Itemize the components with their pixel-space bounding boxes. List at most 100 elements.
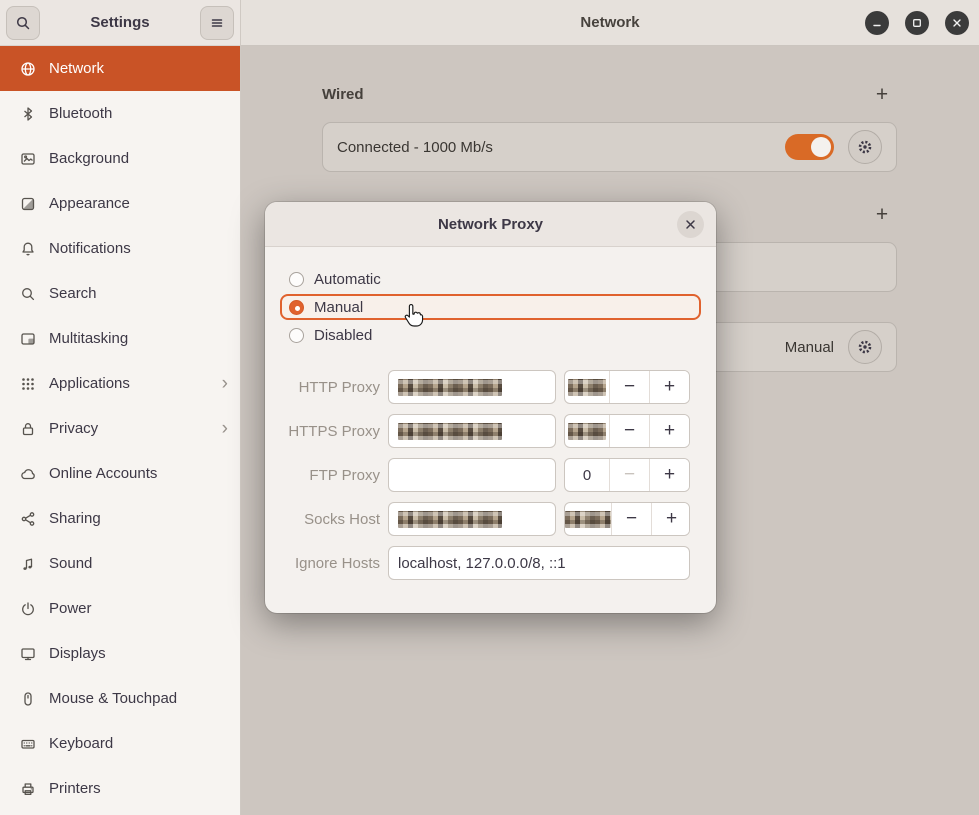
http-proxy-label: HTTP Proxy: [280, 379, 380, 396]
redacted-value: [398, 423, 502, 440]
sidebar-nav: Network Bluetooth Background Appearance …: [0, 46, 240, 815]
sidebar-item-bluetooth[interactable]: Bluetooth: [0, 91, 240, 136]
sidebar-item-label: Sound: [49, 555, 92, 572]
redacted-value: [565, 511, 611, 528]
proxy-option-manual[interactable]: Manual: [280, 294, 701, 320]
dialog-title: Network Proxy: [438, 216, 543, 233]
wired-status-text: Connected - 1000 Mb/s: [337, 139, 493, 156]
socks-port-increment-button[interactable]: +: [651, 503, 690, 535]
sidebar-item-keyboard[interactable]: Keyboard: [0, 721, 240, 766]
socks-host-row: Socks Host − +: [280, 502, 701, 536]
socks-port-value[interactable]: [565, 503, 611, 535]
proxy-option-automatic[interactable]: Automatic: [280, 266, 701, 292]
radio-icon: [289, 272, 304, 287]
sidebar-item-label: Displays: [49, 645, 106, 662]
sidebar-item-label: Multitasking: [49, 330, 128, 347]
sidebar-item-label: Background: [49, 150, 129, 167]
lock-icon: [20, 421, 36, 437]
ftp-port-spinner: 0 − +: [564, 458, 690, 492]
proxy-form: HTTP Proxy − + HTTPS Proxy − + FTP Pro: [280, 370, 701, 580]
sidebar-item-label: Appearance: [49, 195, 130, 212]
https-port-value[interactable]: [565, 415, 609, 447]
sidebar-item-label: Mouse & Touchpad: [49, 690, 177, 707]
cloud-icon: [20, 466, 36, 482]
sidebar-item-label: Notifications: [49, 240, 131, 257]
hamburger-icon: [209, 15, 225, 31]
proxy-option-disabled[interactable]: Disabled: [280, 322, 701, 348]
http-proxy-input[interactable]: [388, 370, 556, 404]
sidebar-item-mouse-touchpad[interactable]: Mouse & Touchpad: [0, 676, 240, 721]
sidebar-item-label: Privacy: [49, 420, 98, 437]
windows-icon: [20, 331, 36, 347]
sidebar-item-network[interactable]: Network: [0, 46, 240, 91]
grid-icon: [20, 376, 36, 392]
sidebar-item-label: Network: [49, 60, 104, 77]
sidebar-item-sharing[interactable]: Sharing: [0, 496, 240, 541]
socks-host-input[interactable]: [388, 502, 556, 536]
minimize-button[interactable]: [865, 11, 889, 35]
search-button[interactable]: [6, 6, 40, 40]
bell-icon: [20, 241, 36, 257]
sidebar-item-label: Search: [49, 285, 97, 302]
add-vpn-button[interactable]: +: [869, 202, 895, 228]
sidebar-item-appearance[interactable]: Appearance: [0, 181, 240, 226]
sidebar-item-displays[interactable]: Displays: [0, 631, 240, 676]
ftp-port-value[interactable]: 0: [565, 459, 609, 491]
sidebar-item-label: Sharing: [49, 510, 101, 527]
main-headerbar: Network: [241, 0, 979, 46]
bluetooth-icon: [20, 106, 36, 122]
wired-section-title: Wired: [322, 86, 364, 103]
sidebar-item-printers[interactable]: Printers: [0, 766, 240, 811]
ignore-hosts-row: Ignore Hosts localhost, 127.0.0.0/8, ::1: [280, 546, 701, 580]
maximize-button[interactable]: [905, 11, 929, 35]
window-controls: [865, 11, 969, 35]
sidebar-item-online-accounts[interactable]: Online Accounts: [0, 451, 240, 496]
socks-port-decrement-button[interactable]: −: [611, 503, 651, 535]
sidebar-item-label: Printers: [49, 780, 101, 797]
ftp-port-increment-button[interactable]: +: [649, 459, 689, 491]
close-button[interactable]: [945, 11, 969, 35]
dialog-titlebar: Network Proxy: [265, 202, 716, 247]
printer-icon: [20, 781, 36, 797]
sidebar-item-multitasking[interactable]: Multitasking: [0, 316, 240, 361]
radio-icon: [289, 328, 304, 343]
ignore-hosts-input[interactable]: localhost, 127.0.0.0/8, ::1: [388, 546, 690, 580]
sidebar-item-search[interactable]: Search: [0, 271, 240, 316]
globe-icon: [20, 61, 36, 77]
sidebar-item-privacy[interactable]: Privacy ›: [0, 406, 240, 451]
wired-connection-row[interactable]: Connected - 1000 Mb/s: [322, 122, 897, 172]
socks-host-label: Socks Host: [280, 511, 380, 528]
mouse-icon: [20, 691, 36, 707]
https-port-increment-button[interactable]: +: [649, 415, 689, 447]
magnifier-icon: [20, 286, 36, 302]
music-note-icon: [20, 556, 36, 572]
ftp-port-decrement-button[interactable]: −: [609, 459, 649, 491]
radio-checked-icon: [289, 300, 304, 315]
plus-icon: +: [876, 203, 888, 227]
proxy-mode-value: Manual: [785, 339, 834, 356]
sidebar-item-sound[interactable]: Sound: [0, 541, 240, 586]
redacted-value: [398, 511, 502, 528]
https-proxy-input[interactable]: [388, 414, 556, 448]
http-port-increment-button[interactable]: +: [649, 371, 689, 403]
wired-toggle[interactable]: [785, 134, 834, 160]
http-port-value[interactable]: [565, 371, 609, 403]
share-icon: [20, 511, 36, 527]
sidebar-item-background[interactable]: Background: [0, 136, 240, 181]
http-port-decrement-button[interactable]: −: [609, 371, 649, 403]
add-wired-button[interactable]: +: [869, 82, 895, 108]
menu-button[interactable]: [200, 6, 234, 40]
proxy-settings-button[interactable]: [848, 330, 882, 364]
sidebar-item-applications[interactable]: Applications ›: [0, 361, 240, 406]
wired-settings-button[interactable]: [848, 130, 882, 164]
chevron-right-icon: ›: [222, 419, 228, 438]
dialog-close-button[interactable]: [677, 211, 704, 238]
plus-icon: +: [876, 83, 888, 107]
ftp-proxy-input[interactable]: [388, 458, 556, 492]
sidebar-item-notifications[interactable]: Notifications: [0, 226, 240, 271]
sidebar-item-power[interactable]: Power: [0, 586, 240, 631]
http-port-spinner: − +: [564, 370, 690, 404]
http-proxy-row: HTTP Proxy − +: [280, 370, 701, 404]
https-port-decrement-button[interactable]: −: [609, 415, 649, 447]
chevron-right-icon: ›: [222, 374, 228, 393]
